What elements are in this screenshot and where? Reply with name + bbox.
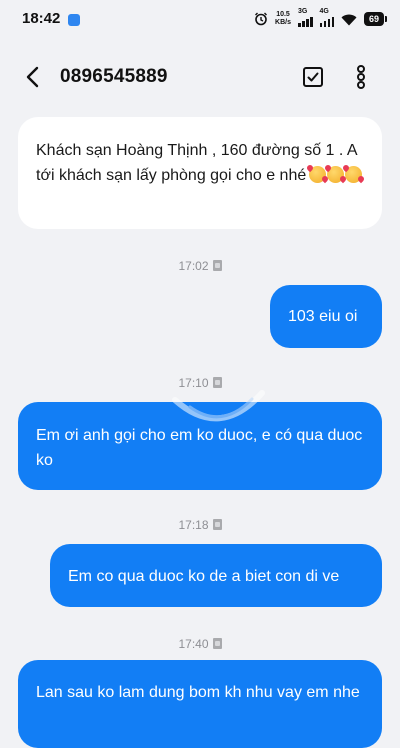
message-text: Em co qua duoc ko de a biet con di ve (68, 568, 340, 585)
conversation-header: 0896545889 (0, 48, 400, 106)
network-speed-unit: KB/s (275, 19, 291, 26)
sim-icon (212, 260, 222, 271)
sim-icon (212, 377, 222, 388)
emoji-group (309, 166, 363, 183)
timestamp-text: 17:02 (178, 259, 209, 273)
select-messages-button[interactable] (302, 66, 324, 88)
message-bubble-outgoing[interactable]: 103 eiu oi (270, 285, 382, 348)
network-speed: 10.5 KB/s (275, 11, 291, 27)
status-time: 18:42 (22, 10, 61, 27)
timestamp-text: 17:40 (178, 637, 209, 651)
status-bar: 18:42 10.5 KB/s 3G 4G 69 (0, 0, 400, 40)
sim1-network-type: 3G (298, 8, 308, 15)
message-timestamp: 17:40 (0, 637, 400, 651)
message-text: Lan sau ko lam dung bom kh nhu vay em nh… (36, 684, 360, 701)
sim2-signal-icon: 4G (319, 8, 334, 27)
message-text: Em ơi anh gọi cho em ko duoc, e có qua d… (36, 427, 363, 469)
smiling-face-with-hearts-icon (309, 166, 327, 183)
message-timestamp: 17:10 (0, 376, 400, 390)
sim-icon (212, 638, 222, 649)
message-bubble-incoming[interactable]: Khách sạn Hoàng Thịnh , 160 đường số 1 .… (18, 117, 382, 229)
app-notification-icon (68, 14, 80, 26)
network-speed-value: 10.5 (276, 11, 290, 18)
message-bubble-outgoing[interactable]: Lan sau ko lam dung bom kh nhu vay em nh… (18, 660, 382, 748)
timestamp-text: 17:10 (178, 376, 209, 390)
message-timestamp: 17:02 (0, 259, 400, 273)
sim2-network-type: 4G (319, 8, 329, 15)
message-timestamp: 17:18 (0, 518, 400, 532)
smiling-face-with-hearts-icon (327, 166, 345, 183)
battery-level: 69 (368, 14, 379, 24)
wifi-icon (341, 14, 357, 25)
message-bubble-outgoing[interactable]: Em ơi anh gọi cho em ko duoc, e có qua d… (18, 402, 382, 490)
status-indicators: 10.5 KB/s 3G 4G 69 (254, 8, 387, 27)
timestamp-text: 17:18 (178, 518, 209, 532)
message-bubble-outgoing[interactable]: Em co qua duoc ko de a biet con di ve (50, 544, 382, 607)
battery-icon: 69 (364, 12, 387, 26)
back-button[interactable] (20, 64, 46, 90)
more-options-button[interactable] (352, 64, 370, 90)
sim1-signal-icon: 3G (298, 8, 313, 27)
smiling-face-with-hearts-icon (345, 166, 363, 183)
alarm-icon (255, 12, 268, 26)
contact-title: 0896545889 (60, 66, 168, 87)
message-text: 103 eiu oi (288, 308, 358, 325)
sim-icon (212, 519, 222, 530)
